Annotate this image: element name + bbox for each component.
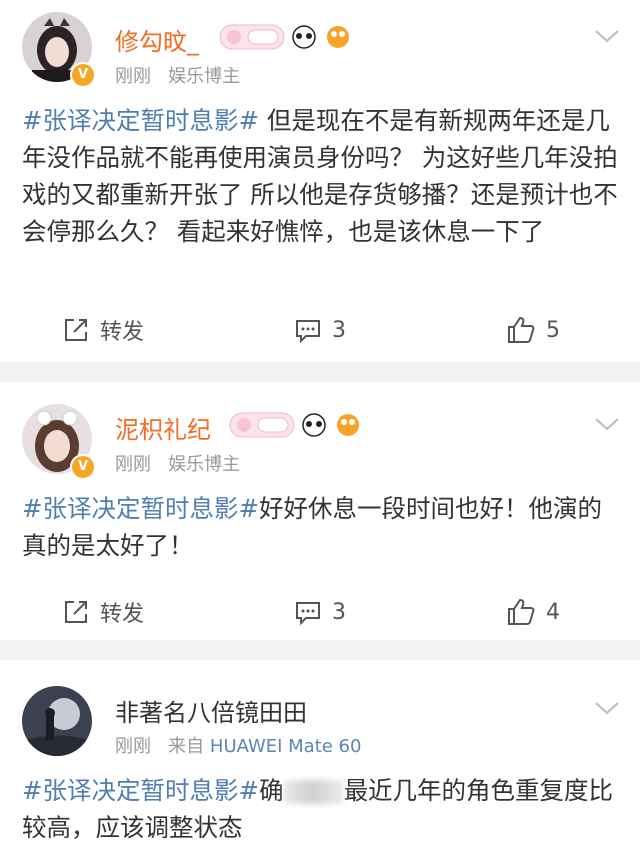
post-content: #张译决定暂时息影#确 最近几年的角色重复度比较高，应该调整状态 — [22, 772, 622, 846]
like-button[interactable]: 5 — [506, 310, 560, 350]
hashtag-link[interactable]: #张译决定暂时息影# — [22, 494, 259, 523]
avatar[interactable] — [22, 686, 92, 756]
comment-button[interactable]: 3 — [294, 592, 346, 632]
chevron-down-icon[interactable] — [594, 416, 620, 432]
post-time: 刚刚 — [115, 736, 151, 757]
post-time: 刚刚 — [115, 454, 151, 475]
username[interactable]: 修勾旼_ — [115, 22, 199, 57]
post-1: V 修勾旼_ 刚刚 娱乐博主 #张译决定暂时息影# 但是现在不是有新规两年还是几… — [0, 0, 640, 362]
comment-count: 3 — [332, 317, 346, 343]
repost-label: 转发 — [100, 602, 145, 627]
comment-icon — [296, 320, 320, 344]
hashtag-link[interactable]: #张译决定暂时息影# — [22, 776, 259, 805]
comment-icon — [296, 602, 320, 626]
post-time: 刚刚 — [115, 66, 151, 87]
post-meta: 刚刚 娱乐博主 — [115, 62, 240, 88]
chevron-down-icon[interactable] — [594, 28, 620, 44]
post-separator — [0, 640, 640, 660]
username[interactable]: 泥枳礼纪 — [115, 410, 211, 445]
hashtag-link[interactable]: #张译决定暂时息影# — [22, 106, 259, 135]
share-icon — [65, 319, 87, 341]
post-meta: 刚刚 来自 HUAWEI Mate 60 — [115, 732, 361, 758]
comment-count: 3 — [332, 599, 346, 625]
thumbs-up-icon — [508, 316, 535, 343]
verified-badge: V — [70, 62, 96, 88]
post-meta: 刚刚 娱乐博主 — [115, 450, 240, 476]
repost-button[interactable]: 转发 — [62, 310, 144, 350]
blurred-text — [283, 780, 344, 804]
like-count: 4 — [546, 599, 560, 625]
action-bar: 转发 3 4 — [0, 592, 640, 632]
verified-badge: V — [70, 454, 96, 480]
user-badges — [228, 410, 368, 440]
like-button[interactable]: 4 — [506, 592, 560, 632]
post-content: #张译决定暂时息影# 但是现在不是有新规两年还是几年没作品就不能再使用演员身份吗… — [22, 102, 622, 250]
chevron-down-icon[interactable] — [594, 700, 620, 716]
comment-button[interactable]: 3 — [294, 310, 346, 350]
user-badges — [218, 22, 358, 52]
repost-button[interactable]: 转发 — [62, 592, 144, 632]
user-role: 娱乐博主 — [168, 66, 241, 87]
post-separator — [0, 362, 640, 382]
post-content: #张译决定暂时息影#好好休息一段时间也好！他演的真的是太好了！ — [22, 490, 622, 564]
source-prefix: 来自 — [168, 736, 205, 757]
thumbs-up-icon — [508, 598, 535, 625]
post-2: V 泥枳礼纪 刚刚 娱乐博主 #张译决定暂时息影#好好休息一段时间也好！他演的真… — [0, 382, 640, 640]
like-count: 5 — [546, 317, 560, 343]
user-role: 娱乐博主 — [168, 454, 241, 475]
share-icon — [65, 601, 87, 623]
repost-label: 转发 — [100, 320, 145, 345]
device-source[interactable]: HUAWEI Mate 60 — [210, 736, 362, 757]
post-text-a: 确 — [259, 776, 284, 805]
username[interactable]: 非著名八倍镜田田 — [115, 693, 307, 728]
post-3: 非著名八倍镜田田 刚刚 来自 HUAWEI Mate 60 #张译决定暂时息影#… — [0, 660, 640, 849]
action-bar: 转发 3 5 — [0, 310, 640, 350]
